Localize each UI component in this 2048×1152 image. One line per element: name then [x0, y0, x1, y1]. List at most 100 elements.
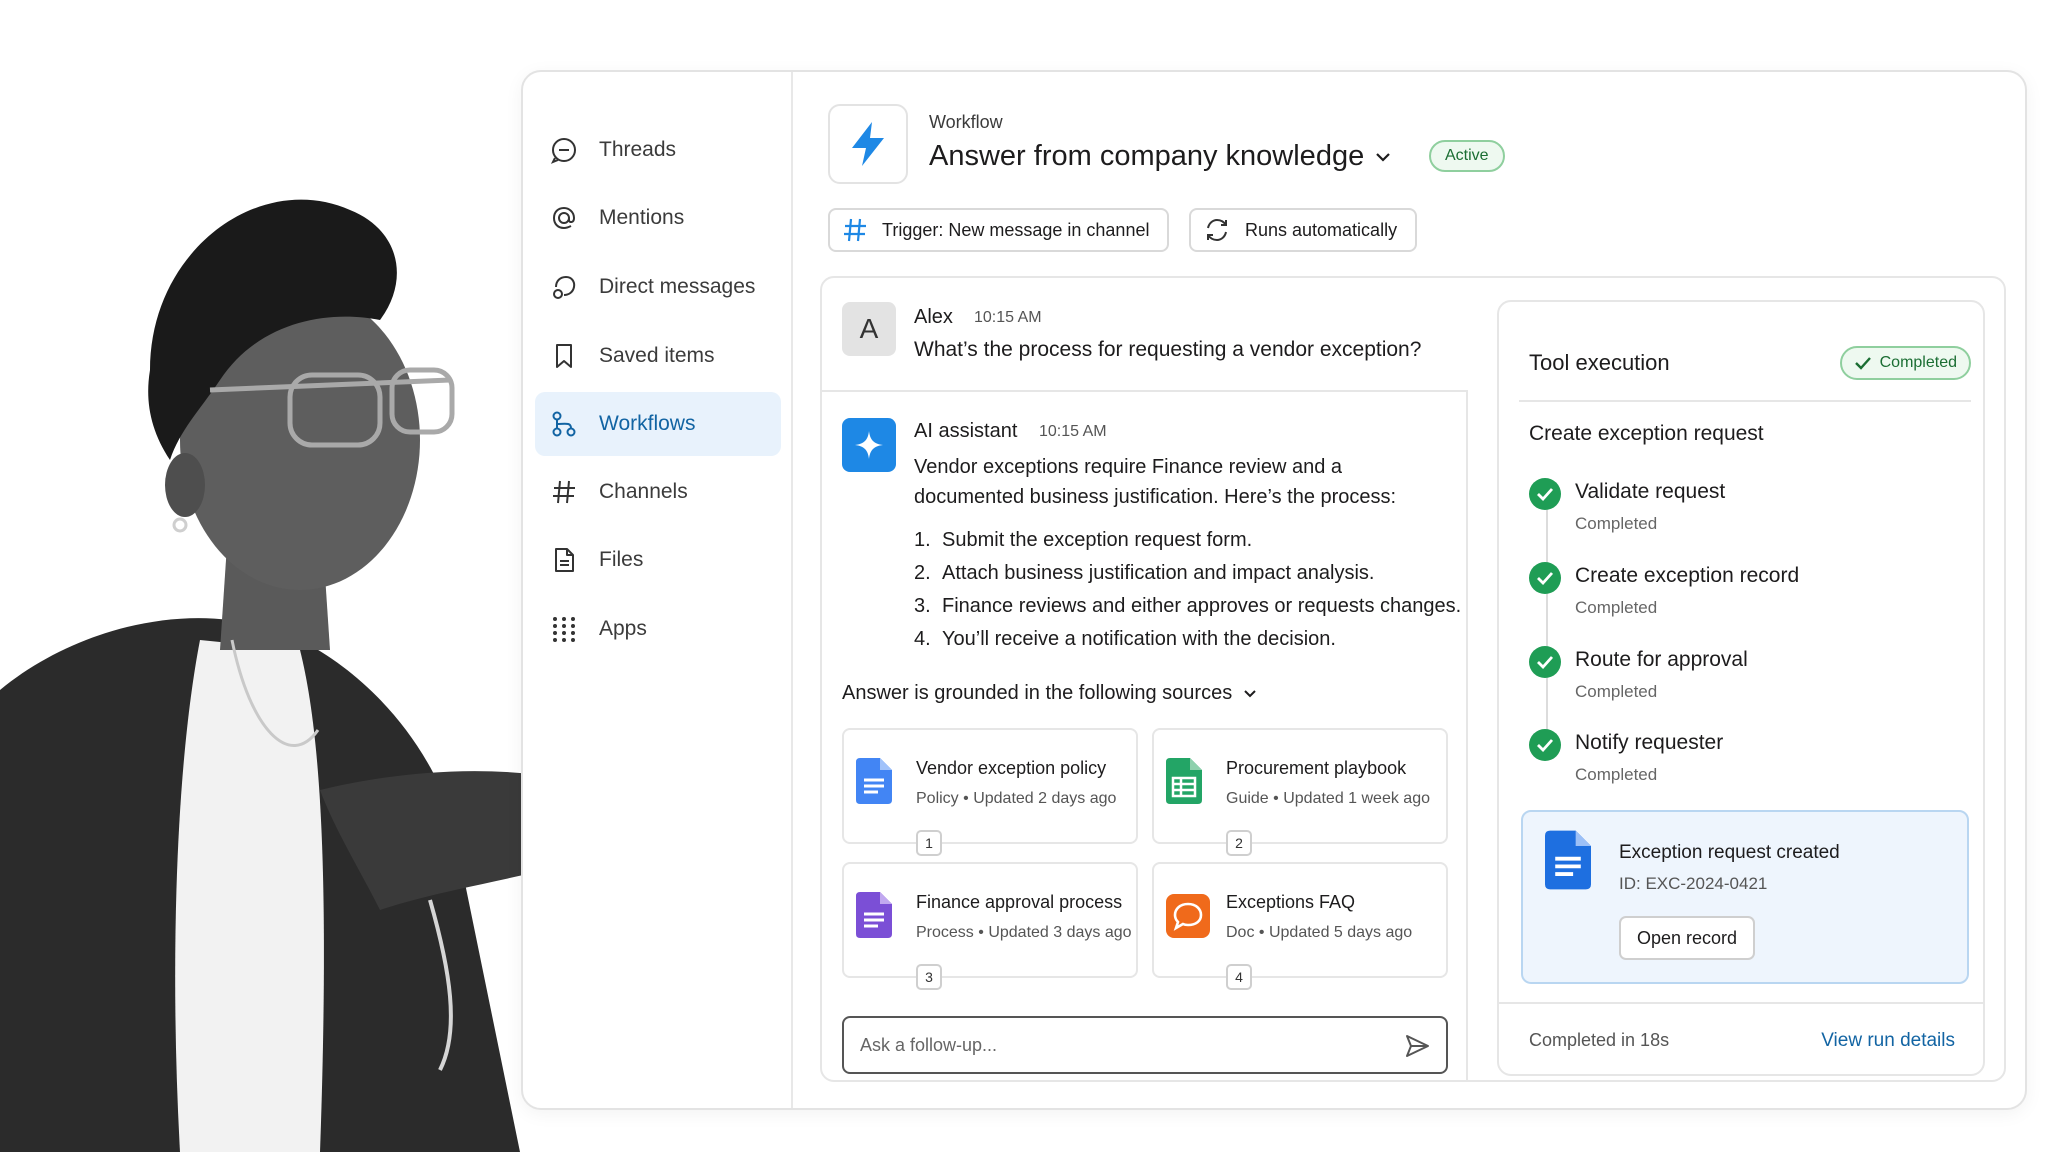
sidebar-item-threads[interactable]: Threads [535, 118, 781, 182]
sidebar-item-channels[interactable]: Channels [535, 460, 781, 524]
tool-execution-title: Tool execution [1529, 350, 1670, 375]
google-docs-icon [1545, 830, 1591, 890]
list-item: 3. Finance reviews and either approves or… [914, 595, 1462, 617]
sidebar-item-workflows[interactable]: Workflows [535, 392, 781, 456]
source-meta: Guide • Updated 1 week ago [1226, 790, 1430, 807]
sidebar-item-label: Threads [599, 138, 677, 161]
tool-execution-panel: Tool execution Completed Create exceptio… [1497, 300, 1985, 1076]
check-circle-icon [1529, 729, 1561, 761]
source-meta: Policy • Updated 2 days ago [916, 790, 1117, 807]
sources-toggle[interactable]: Answer is grounded in the following sour… [842, 682, 1258, 705]
source-number: 4 [1226, 964, 1252, 990]
sidebar-item-saved-items[interactable]: Saved items [535, 324, 781, 388]
refresh-icon [1203, 216, 1231, 244]
trigger-chip-label: Trigger: New message in channel [882, 219, 1150, 240]
divider [1499, 1002, 1983, 1004]
sidebar-item-label: Files [599, 548, 644, 571]
google-docs-icon [856, 758, 892, 804]
step-status: Completed [1575, 682, 1658, 701]
step-name: Create exception record [1575, 564, 1800, 587]
hash-icon [549, 477, 579, 507]
source-number: 2 [1226, 830, 1252, 856]
check-circle-icon [1529, 562, 1561, 594]
chevron-down-icon [1242, 688, 1258, 700]
sidebar-item-label: Mentions [599, 206, 685, 229]
workflow-title[interactable]: Answer from company knowledge [929, 140, 1392, 173]
sparkle-icon [855, 431, 883, 459]
hash-icon [842, 217, 868, 243]
check-icon [1854, 355, 1872, 371]
step-name: Notify requester [1575, 731, 1724, 754]
source-title: Finance approval process [916, 892, 1123, 912]
runs-automatically-chip[interactable]: Runs automatically [1189, 208, 1418, 252]
conversation-panel: A Alex 10:15 AM What’s the process for r… [820, 276, 2006, 1082]
send-icon[interactable] [1404, 1033, 1430, 1059]
sidebar-item-label: Direct messages [599, 275, 756, 298]
google-sheets-icon [1166, 758, 1202, 804]
completed-duration: Completed in 18s [1529, 1030, 1670, 1050]
check-circle-icon [1529, 478, 1561, 510]
message-time: 10:15 AM [1039, 423, 1107, 440]
source-meta: Doc • Updated 5 days ago [1226, 924, 1413, 941]
followup-input[interactable] [860, 1030, 1380, 1060]
sidebar-item-apps[interactable]: Apps [535, 597, 781, 661]
apps-grid-icon [549, 614, 579, 644]
direct-messages-icon [549, 272, 579, 302]
lightning-icon [852, 122, 884, 166]
source-card-4[interactable]: Exceptions FAQ Doc • Updated 5 days ago … [1152, 862, 1448, 990]
step-status: Completed [1575, 598, 1658, 617]
step-name: Validate request [1575, 480, 1726, 503]
list-item: 4. You’ll receive a notification with the… [914, 628, 1336, 650]
message-time: 10:15 AM [974, 309, 1042, 326]
workflow-kicker: Workflow [929, 112, 1003, 132]
file-icon [549, 545, 579, 575]
result-title: Exception request created [1619, 842, 1840, 863]
result-id: ID: EXC-2024-0421 [1619, 874, 1768, 893]
workflow-icon [549, 409, 579, 439]
source-card-1[interactable]: Vendor exception policy Policy • Updated… [842, 728, 1138, 856]
result-card: Exception request created ID: EXC-2024-0… [1521, 810, 1969, 984]
trigger-chip[interactable]: Trigger: New message in channel [828, 208, 1170, 252]
source-number: 3 [916, 964, 942, 990]
tool-execution-subtitle: Create exception request [1529, 422, 1764, 445]
sidebar-item-mentions[interactable]: Mentions [535, 186, 781, 250]
sidebar-item-direct-messages[interactable]: Direct messages [535, 255, 781, 319]
step-name: Route for approval [1575, 648, 1748, 671]
sidebar-item-files[interactable]: Files [535, 528, 781, 592]
step-status: Completed [1575, 514, 1658, 533]
check-circle-icon [1529, 646, 1561, 678]
divider [1519, 400, 1971, 402]
google-forms-icon [856, 892, 892, 938]
source-title: Vendor exception policy [916, 758, 1107, 778]
sidebar-item-label: Workflows [599, 412, 696, 435]
ai-message: AI assistant 10:15 AM Vendor exceptions … [822, 390, 1468, 1082]
message-sender: AI assistant [914, 420, 1018, 442]
status-badge-completed: Completed [1839, 346, 1971, 380]
runs-chip-label: Runs automatically [1245, 219, 1398, 240]
bookmark-icon [549, 341, 579, 371]
sources-heading: Answer is grounded in the following sour… [842, 682, 1233, 704]
source-number: 1 [916, 830, 942, 856]
list-item: 1. Submit the exception request form. [914, 529, 1253, 551]
app-window: Threads Mentions Direct messages Saved i… [521, 70, 2027, 1110]
view-run-details-link[interactable]: View run details [1821, 1030, 1955, 1052]
workflow-icon-box [828, 104, 908, 184]
sidebar-item-label: Apps [599, 617, 647, 640]
source-card-2[interactable]: Procurement playbook Guide • Updated 1 w… [1152, 728, 1448, 856]
list-item: 2. Attach business justification and impa… [914, 562, 1375, 584]
sidebar-item-label: Channels [599, 480, 688, 503]
message-sender: Alex [914, 306, 953, 328]
source-meta: Process • Updated 3 days ago [916, 924, 1132, 941]
source-title: Procurement playbook [1226, 758, 1407, 778]
ai-avatar [842, 418, 896, 472]
followup-box [842, 1016, 1448, 1074]
person-illustration [0, 199, 560, 1152]
open-record-button[interactable]: Open record [1619, 916, 1756, 960]
workflow-title-text: Answer from company knowledge [929, 140, 1365, 172]
sidebar: Threads Mentions Direct messages Saved i… [523, 72, 793, 1108]
step-status: Completed [1575, 765, 1658, 784]
source-card-3[interactable]: Finance approval process Process • Updat… [842, 862, 1138, 990]
ai-answer-intro: Vendor exceptions require Finance review… [914, 456, 1397, 508]
status-badge-active: Active [1429, 140, 1505, 172]
at-icon [549, 203, 579, 233]
